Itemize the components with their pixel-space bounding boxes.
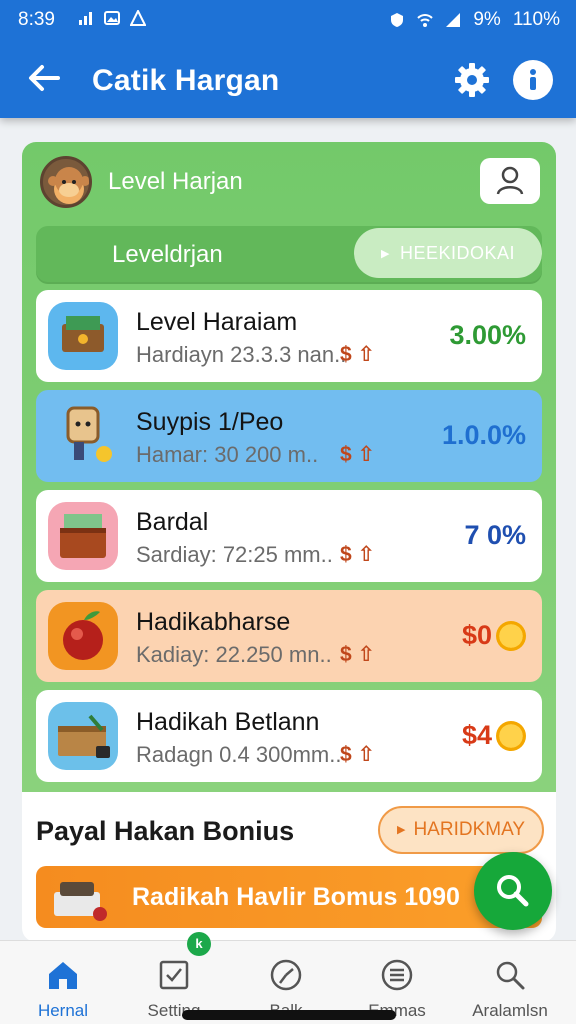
item-name: Level Haraiam	[136, 308, 298, 336]
item-detail: Sardiay: 72:25 mm..	[136, 542, 333, 567]
item-value-text: $4	[461, 720, 492, 750]
list-item[interactable]: Hadikah Betlann Radagn 0.4 300mm.. $ ⇧ $…	[36, 690, 542, 782]
bonus-button-label: HARIDKMAY	[413, 819, 526, 840]
item-currency-icons: $ ⇧	[340, 643, 376, 666]
home-icon	[49, 962, 77, 989]
arrow-left-icon[interactable]	[24, 58, 64, 98]
cell-signal-icon	[446, 13, 461, 27]
status-notification-icons	[78, 10, 146, 26]
signal-icon	[79, 12, 92, 25]
warning-icon	[130, 10, 146, 26]
bonus-section-title: Payal Hakan Bonius	[36, 816, 295, 846]
item-detail: Hardiayn 23.3.3 nan..	[136, 342, 347, 367]
gear-icon[interactable]	[452, 60, 492, 100]
list-item[interactable]: Hadikabharse Kadiay: 22.250 mn.. $ ⇧ $0	[36, 590, 542, 682]
item-name: Bardal	[136, 508, 209, 536]
top-app-bar: 8:39 9% 110% Catik Hargan	[0, 0, 576, 118]
checklist-icon	[159, 960, 189, 990]
list-icon	[381, 959, 413, 991]
item-detail: Hamar: 30 200 m..	[136, 442, 319, 467]
search-icon	[497, 875, 529, 907]
list-item[interactable]: Level Haraiam Hardiayn 23.3.3 nan.. $ ⇧ …	[36, 290, 542, 382]
gift-stack-icon	[54, 882, 107, 921]
item-value: 1.0.0%	[441, 420, 526, 450]
bonus-banner[interactable]: Radikah Havlir Bomus 1090	[36, 866, 542, 928]
item-value: 3.00%	[449, 320, 526, 350]
item-currency-icons: $ ⇧	[340, 443, 376, 466]
search-icon	[496, 961, 525, 990]
status-bar: 8:39 9% 110%	[0, 0, 576, 40]
level-sublabel: Leveldrjan	[112, 241, 223, 268]
play-icon: ▶	[396, 824, 406, 836]
level-subbar: Leveldrjan ▶ HEEKIDOKAI	[36, 226, 542, 284]
nav-label: Aralamlsn	[472, 1001, 548, 1020]
notification-badge: k	[187, 932, 211, 956]
apple-icon	[48, 602, 118, 670]
toast-character-icon	[48, 402, 118, 470]
app-bar: Catik Hargan	[0, 44, 576, 118]
wifi-icon	[417, 14, 434, 27]
list-item[interactable]: Bardal Sardiay: 72:25 mm.. $ ⇧ 7 0%	[36, 490, 542, 582]
list-item[interactable]: Suypis 1/Peo Hamar: 30 200 m.. $ ⇧ 1.0.0…	[36, 390, 542, 482]
shield-icon	[391, 13, 404, 27]
sun-coin-icon	[496, 621, 526, 651]
item-currency-icons: $ ⇧	[340, 743, 376, 766]
search-fab[interactable]	[474, 852, 552, 930]
money-chest-icon	[48, 502, 118, 570]
bonus-banner-label: Radikah Havlir Bomus 1090	[132, 883, 460, 911]
play-icon: ▶	[381, 248, 390, 260]
profile-button[interactable]	[480, 158, 540, 204]
item-name: Suypis 1/Peo	[136, 408, 284, 436]
info-glyph-icon	[530, 69, 536, 90]
supply-crate-icon	[48, 702, 118, 770]
item-detail: Kadiay: 22.250 mn..	[136, 642, 332, 667]
status-time: 8:39	[18, 9, 55, 30]
item-name: Hadikah Betlann	[136, 708, 320, 736]
sun-coin-icon	[496, 721, 526, 751]
page-title: Catik Hargan	[92, 64, 280, 97]
nav-label: Hernal	[37, 1001, 89, 1020]
nav-home[interactable]: Hernal	[8, 951, 118, 1023]
item-name: Hadikabharse	[136, 608, 291, 636]
item-value: 7 0%	[464, 520, 526, 550]
level-action-label: HEEKIDOKAI	[399, 243, 515, 263]
avatar	[40, 156, 92, 208]
item-currency-icons: $ ⇧	[340, 343, 376, 366]
item-value: $0	[462, 620, 526, 651]
home-indicator	[182, 1010, 396, 1020]
clock-icon	[270, 959, 302, 991]
treasure-map-icon	[48, 302, 118, 370]
item-detail: Radagn 0.4 300mm..	[136, 742, 342, 767]
level-header: Level Harjan	[38, 156, 542, 216]
item-value-text: $0	[461, 620, 492, 650]
battery-extra: 110%	[512, 9, 560, 30]
bonus-button[interactable]: ▶ HARIDKMAY	[378, 806, 544, 854]
nav-search[interactable]: Aralamlsn	[455, 951, 565, 1023]
item-value: $4	[462, 720, 526, 751]
person-icon	[496, 166, 524, 195]
item-currency-icons: $ ⇧	[340, 543, 376, 566]
image-icon	[104, 11, 120, 25]
level-card: Level Harjan Leveldrjan ▶ HEEKIDOKAI Leve…	[22, 142, 556, 942]
battery-percent: 9%	[473, 9, 501, 30]
info-icon[interactable]	[513, 60, 553, 100]
level-title: Level Harjan	[108, 168, 243, 195]
monkey-avatar-icon	[48, 167, 89, 204]
level-action-button[interactable]: ▶ HEEKIDOKAI	[354, 228, 542, 278]
status-system-icons: 9% 110%	[389, 9, 560, 31]
